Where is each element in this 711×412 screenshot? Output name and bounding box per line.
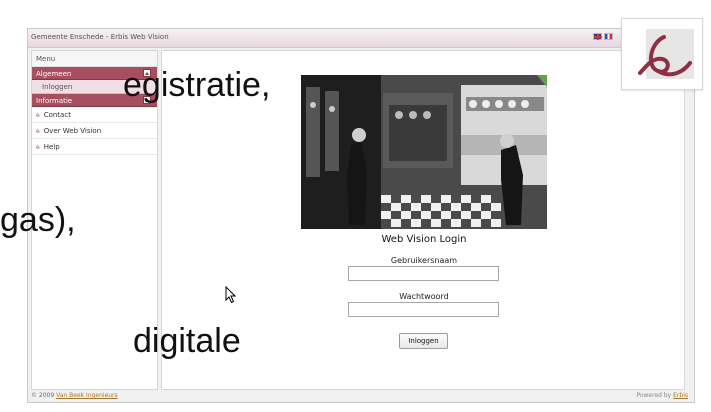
password-input[interactable] — [348, 302, 499, 317]
sidebar-item-label: Over Web Vision — [43, 127, 102, 135]
overlay-text-line-2: gas), — [0, 201, 76, 239]
sidebar-item-over-web-vision[interactable]: e Over Web Vision — [32, 123, 157, 139]
mouse-cursor-icon — [225, 286, 237, 304]
sidebar-item-help[interactable]: e Help — [32, 139, 157, 155]
title-bar: Gemeente Enschede - Erbis Web Vision — [28, 29, 694, 48]
control-room-photo — [301, 75, 547, 229]
language-flags — [593, 33, 615, 41]
sidebar-item-contact[interactable]: e Contact — [32, 107, 157, 123]
password-label: Wachtwoord — [399, 292, 449, 301]
powered-by-text: Powered by — [636, 392, 672, 399]
overlay-text-line-3: digitale — [133, 322, 241, 360]
copyright-text: © 2009 — [31, 392, 55, 399]
login-button[interactable]: Inloggen — [399, 333, 448, 349]
company-link[interactable]: Van Beek Ingenieurs — [56, 392, 118, 399]
english-flag-icon[interactable] — [593, 33, 602, 40]
bullet-icon: e — [36, 144, 40, 151]
bullet-icon: e — [36, 112, 40, 119]
erbis-logo — [621, 18, 703, 90]
bullet-icon: e — [36, 128, 40, 135]
erbis-logo-icon — [638, 29, 694, 79]
footer-powered-by: Powered by Erbis — [636, 392, 688, 399]
username-input[interactable] — [348, 266, 499, 281]
login-title: Web Vision Login — [381, 234, 467, 245]
username-label: Gebruikersnaam — [390, 256, 458, 265]
menu-header: Menu — [32, 51, 157, 67]
overlay-text-line-1: egistratie, — [123, 66, 271, 104]
category-informatie-label: Informatie — [36, 97, 73, 105]
footer-copyright: © 2009 Van Beek Ingenieurs — [31, 392, 118, 399]
sidebar-item-label: Contact — [43, 111, 71, 119]
french-flag-icon[interactable] — [604, 33, 613, 40]
erbis-link[interactable]: Erbis — [673, 392, 688, 399]
category-algemeen-label: Algemeen — [36, 70, 72, 78]
window-title: Gemeente Enschede - Erbis Web Vision — [31, 33, 169, 41]
sidebar-item-label: Help — [43, 143, 60, 151]
